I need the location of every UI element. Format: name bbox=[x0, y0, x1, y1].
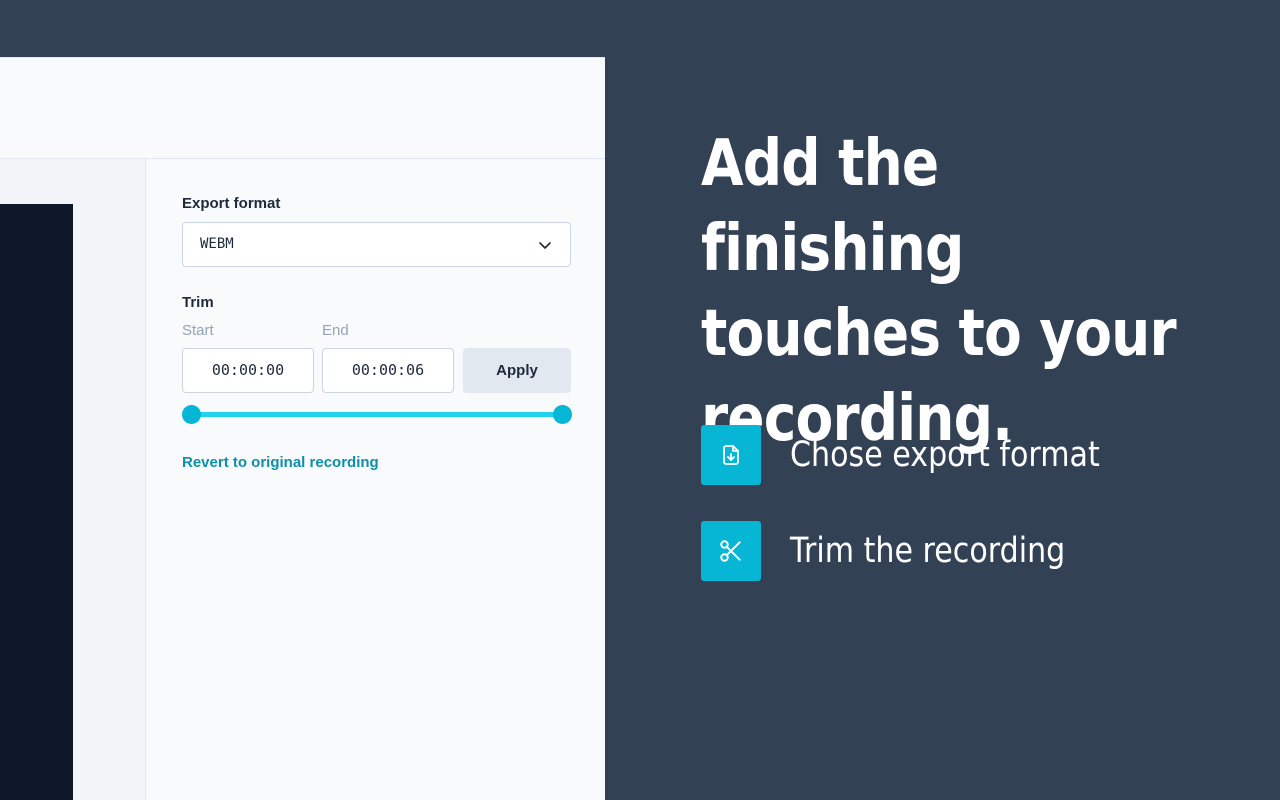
headline-text: Add the finishing touches to your record… bbox=[701, 127, 1177, 456]
trim-label: Trim bbox=[182, 294, 214, 311]
trim-end-handle[interactable] bbox=[552, 405, 572, 424]
chevron-down-icon bbox=[539, 242, 551, 249]
start-time-input[interactable]: 00:00:00 bbox=[182, 348, 314, 393]
trim-slider-track[interactable] bbox=[191, 412, 562, 417]
scissors-icon bbox=[701, 521, 761, 581]
feature-label: Chose export format bbox=[790, 435, 1100, 475]
feature-label: Trim the recording bbox=[790, 531, 1066, 571]
export-format-label: Export format bbox=[182, 195, 281, 212]
apply-button[interactable]: Apply bbox=[463, 348, 571, 393]
preview-pane bbox=[0, 159, 146, 800]
video-preview[interactable] bbox=[0, 204, 73, 800]
settings-panel: Export format WEBM Trim Start End 00:00:… bbox=[147, 159, 605, 800]
export-format-select[interactable]: WEBM bbox=[182, 222, 571, 267]
headline: Add the finishing touches to your record… bbox=[701, 122, 1177, 462]
trim-start-handle[interactable] bbox=[181, 405, 201, 424]
export-format-value: WEBM bbox=[200, 236, 234, 252]
app-header bbox=[0, 58, 605, 159]
start-label: Start bbox=[182, 322, 214, 339]
revert-link[interactable]: Revert to original recording bbox=[182, 454, 379, 471]
end-time-input[interactable]: 00:00:06 bbox=[322, 348, 454, 393]
file-download-icon bbox=[701, 425, 761, 485]
end-label: End bbox=[322, 322, 349, 339]
app-window: Export format WEBM Trim Start End 00:00:… bbox=[0, 57, 605, 800]
